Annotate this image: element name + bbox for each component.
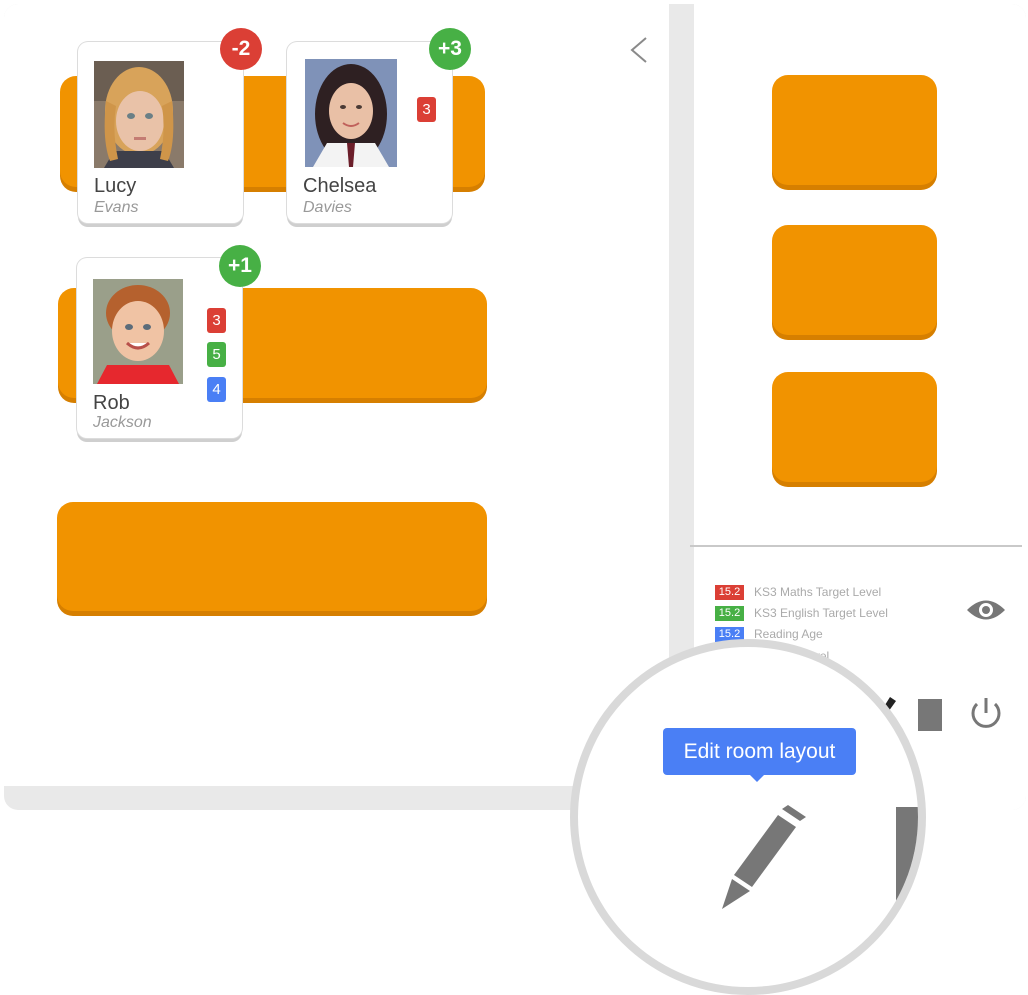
student-last-name: Davies [303,199,352,216]
eye-icon[interactable] [965,597,1007,623]
desk-3[interactable] [57,502,487,611]
palette-desk-1[interactable] [772,75,937,185]
student-card[interactable]: Chelsea Davies [287,42,452,223]
pencil-icon[interactable] [716,805,806,915]
level-tag-maths: 3 [207,308,226,333]
behaviour-points-badge: -2 [220,28,262,70]
legend-item: 15.2 KS3 Maths Target Level [715,584,881,600]
edit-room-layout-tooltip: Edit room layout [663,728,856,775]
student-last-name: Jackson [93,414,152,431]
collapse-chevron-icon[interactable] [628,36,650,64]
student-photo [305,59,397,167]
portrait-chelsea [305,59,397,167]
legend-item: 15.2 KS3 English Target Level [715,605,888,621]
student-first-name: Lucy [94,175,137,197]
palette-desk-2[interactable] [772,225,937,335]
portrait-lucy [94,61,184,168]
behaviour-points-badge: +3 [429,28,471,70]
stop-icon-zoomed [896,807,918,907]
legend-swatch: 15.2 [715,584,744,600]
level-tag-maths: 3 [417,97,436,122]
stop-icon[interactable] [918,699,942,731]
magnifier-callout: Edit room layout [570,639,926,995]
student-last-name: Evans [94,199,139,216]
side-panel-separator [690,545,1022,547]
level-tag-english: 5 [207,342,226,367]
power-icon[interactable] [967,694,1005,732]
legend-swatch: 15.2 [715,605,744,621]
behaviour-points-badge: +1 [219,245,261,287]
tooltip-tail [749,774,765,782]
palette-desk-3[interactable] [772,372,937,482]
legend-label: KS3 Maths Target Level [754,585,882,599]
student-first-name: Chelsea [303,175,377,197]
student-card[interactable]: Lucy Evans [78,42,243,223]
level-tag-reading: 4 [207,377,226,402]
student-first-name: Rob [93,392,130,414]
portrait-rob [93,279,183,384]
student-photo [93,279,183,384]
legend-label: KS3 English Target Level [754,606,888,620]
student-photo [94,61,184,168]
